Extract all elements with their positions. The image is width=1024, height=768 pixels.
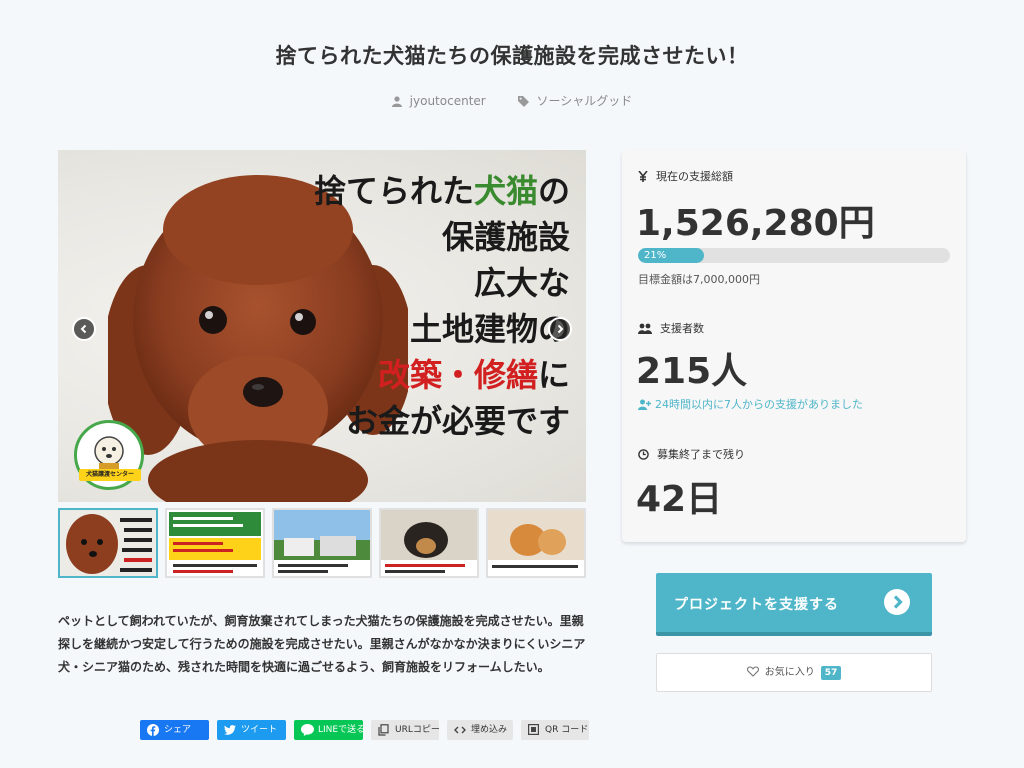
funding-progress-bar: 21% [638,248,950,263]
line-icon [301,724,314,736]
remaining-label-text: 募集終了まで残り [657,448,745,461]
hero-line: に [537,356,570,394]
category[interactable]: ソーシャルグッド [517,92,633,109]
total-amount: 1,526,280円 [636,203,875,244]
qr-code-label: QR コード [545,725,589,735]
arrow-circle-icon [884,589,910,615]
url-copy-label: URLコピー [395,725,440,735]
logo-banner: 犬猫譲渡センター [79,469,141,481]
tag-icon [517,96,529,107]
url-copy-button[interactable]: URLコピー [371,720,440,740]
recent-backers: 24時間以内に7人からの支援がありました [638,396,863,412]
favorite-button[interactable]: お気に入り 57 [656,653,932,692]
thumbnail-2[interactable] [165,508,265,578]
thumbnail-1[interactable] [58,508,158,578]
twitter-share-label: ツイート [241,725,278,735]
hero-image: 犬猫譲渡センター 捨てられた犬猫の 保護施設 広大な 土地建物の 改築・修繕に … [58,150,586,502]
remaining-label: 募集終了まで残り [638,446,745,462]
total-label: 現在の支援総額 [638,168,733,184]
hero-line-highlight: 犬猫 [473,172,538,210]
favorite-label: お気に入り [764,667,815,678]
favorite-count-badge: 57 [820,666,842,680]
heart-icon [746,666,759,677]
goal-amount: 目標金額は7,000,000円 [638,273,760,286]
hero-line: 捨てられた [313,172,474,210]
user-plus-icon [638,399,651,410]
facebook-icon [147,724,159,736]
thumbnail-3[interactable] [272,508,372,578]
chevron-left-icon [80,324,87,334]
backers-count: 215人 [636,351,748,392]
backers-label: 支援者数 [638,320,704,336]
twitter-share-button[interactable]: ツイート [217,720,286,740]
total-label-text: 現在の支援総額 [656,170,733,183]
project-meta: jyoutocenter ソーシャルグッド [0,92,1024,109]
next-slide-button[interactable] [548,317,572,341]
category-name: ソーシャルグッド [536,94,633,108]
support-project-button[interactable]: プロジェクトを支援する [656,573,932,636]
users-icon [638,323,652,334]
funding-stats-card: 現在の支援総額 1,526,280円 21% 目標金額は7,000,000円 支… [622,150,966,542]
embed-button[interactable]: 埋め込み [447,720,513,740]
thumbnail-5[interactable] [486,508,586,578]
hero-line-highlight: 改築・修繕 [377,356,538,394]
hero-line: の [537,172,570,210]
prev-slide-button[interactable] [72,317,96,341]
line-share-label: LINEで送る [318,725,366,735]
yen-icon [638,170,648,182]
line-share-button[interactable]: LINEで送る [294,720,366,740]
shelter-logo: 犬猫譲渡センター [74,420,144,490]
author-name: jyoutocenter [409,94,486,108]
clock-icon [638,449,649,460]
hero-caption: 捨てられた犬猫の 保護施設 広大な 土地建物の 改築・修繕に お金が必要です [314,168,570,444]
days-remaining: 42日 [636,479,723,520]
page-title: 捨てられた犬猫たちの保護施設を完成させたい！ [275,44,749,68]
qr-code-button[interactable]: QR コード [521,720,589,740]
embed-label: 埋め込み [471,725,508,735]
user-icon [391,96,402,107]
author[interactable]: jyoutocenter [391,94,486,108]
support-button-label: プロジェクトを支援する [674,597,839,613]
facebook-share-button[interactable]: シェア [140,720,209,740]
recent-backers-text: 24時間以内に7人からの支援がありました [655,398,863,411]
hero-line: 土地建物の [409,310,570,348]
project-description: ペットとして飼われていたが、飼育放棄されてしまった犬猫たちの保護施設を完成させた… [58,614,586,674]
thumbnail-4[interactable] [379,508,479,578]
facebook-share-label: シェア [164,725,192,735]
hero-line: お金が必要です [345,402,570,440]
chevron-right-icon [557,324,564,334]
progress-fill: 21% [638,248,704,263]
twitter-icon [224,725,236,735]
backers-label-text: 支援者数 [660,322,704,335]
hero-line: 広大な [473,264,570,302]
hero-line: 保護施設 [441,218,570,256]
code-icon [454,726,466,734]
qr-code-icon [528,724,539,735]
copy-icon [378,724,389,736]
thumbnail-strip [58,508,588,580]
